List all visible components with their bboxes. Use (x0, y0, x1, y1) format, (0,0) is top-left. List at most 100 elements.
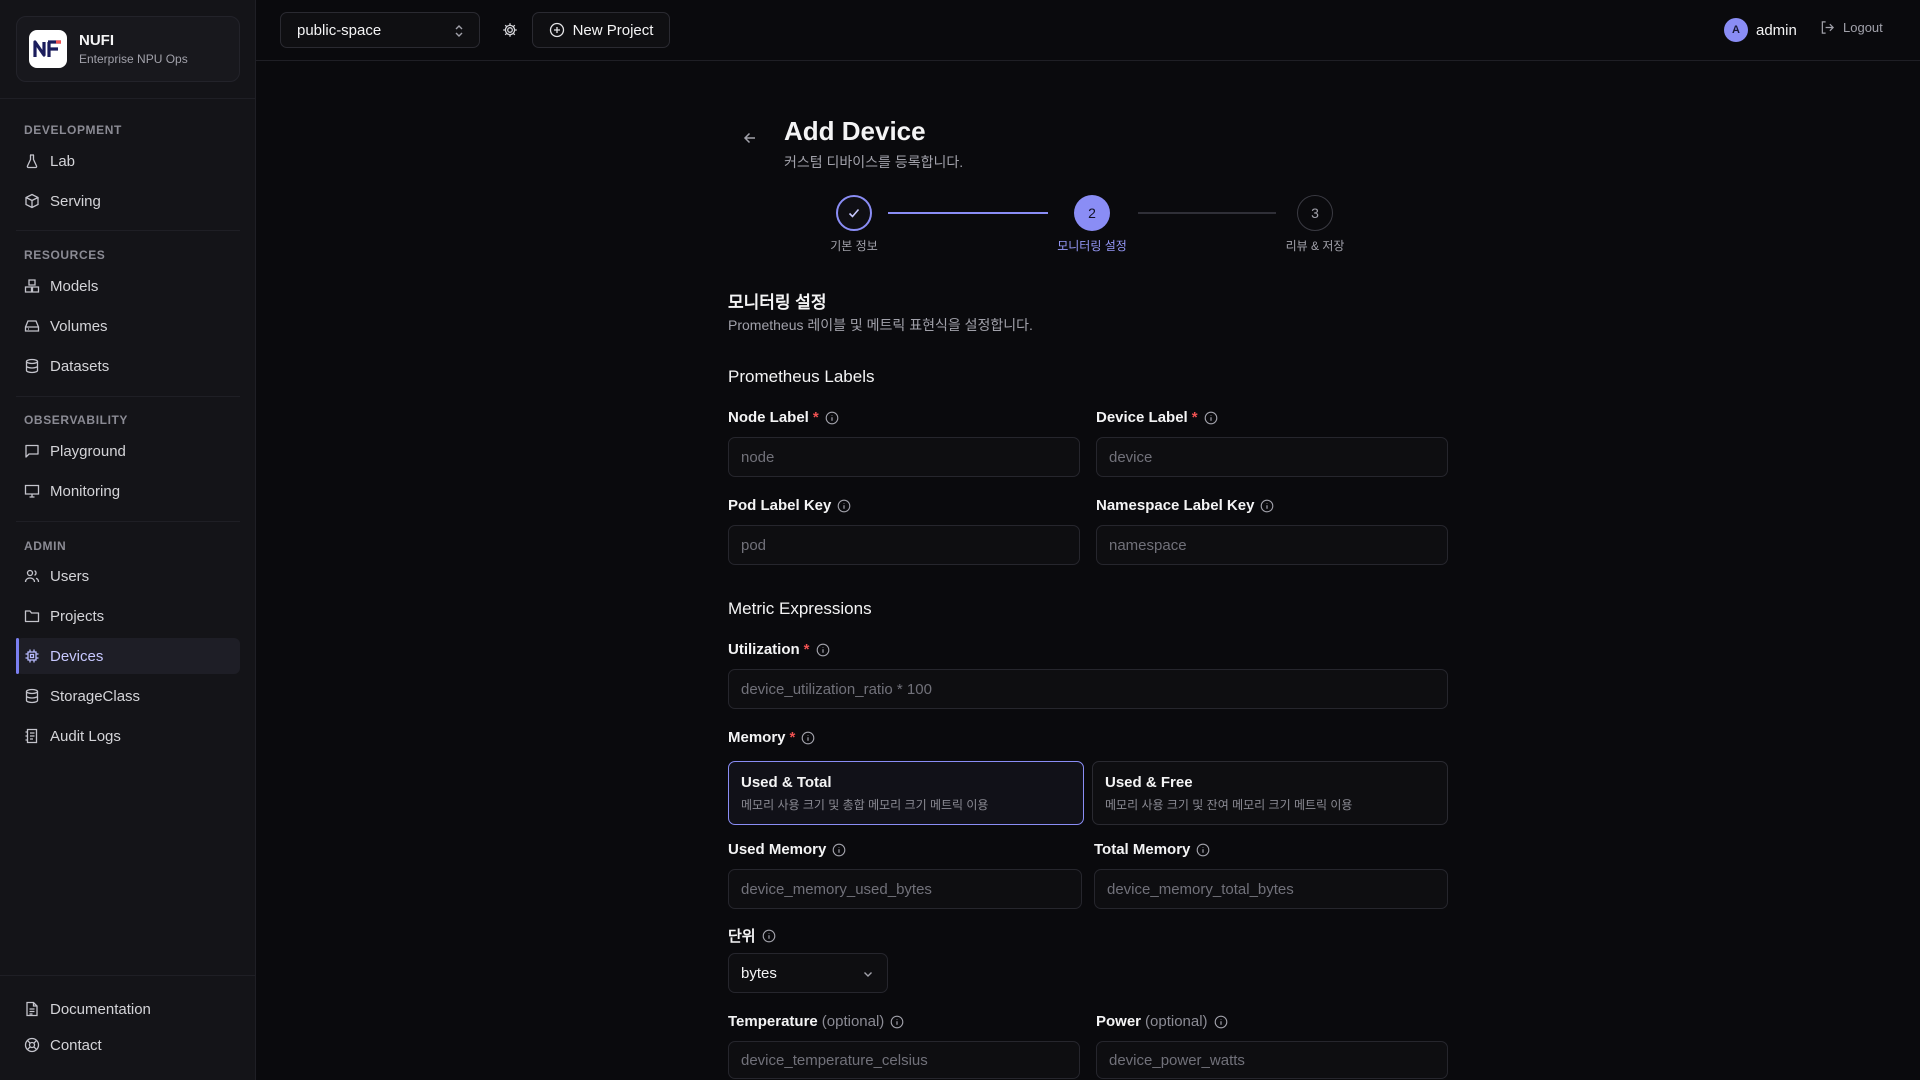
node-label-input[interactable] (728, 437, 1080, 477)
field-label-text: Pod Label Key (728, 497, 832, 514)
user-menu[interactable]: A admin (1724, 18, 1797, 42)
sidebar-item-monitoring[interactable]: Monitoring (16, 473, 240, 509)
field-label-text: Memory (728, 729, 786, 746)
flask-icon (26, 154, 38, 169)
sidebar-item-lab[interactable]: Lab (16, 143, 240, 179)
brand-card[interactable]: NUFI Enterprise NPU Ops (16, 16, 240, 82)
sidebar-item-models[interactable]: Models (16, 268, 240, 304)
sidebar-item-users[interactable]: Users (16, 558, 240, 594)
sidebar-item-volumes[interactable]: Volumes (16, 308, 240, 344)
total-memory-label: Total Memory (1094, 841, 1210, 858)
chip-icon (25, 649, 39, 663)
top-header: public-space New Project A admin Logout (256, 0, 1920, 61)
sidebar-item-audit-logs[interactable]: Audit Logs (16, 718, 240, 754)
page-title: Add Device (784, 116, 926, 146)
logout-button[interactable]: Logout (1820, 20, 1883, 35)
sidebar-item-label: Projects (50, 607, 105, 625)
boxes-icon (24, 279, 40, 293)
plus-circle-icon (549, 22, 564, 38)
power-input[interactable] (1096, 1041, 1448, 1079)
section-resources: RESOURCES (24, 248, 106, 262)
project-settings-button[interactable] (492, 12, 528, 48)
document-icon (26, 1001, 38, 1017)
info-icon[interactable] (890, 1015, 904, 1029)
namespace-label-key-label: Namespace Label Key (1096, 497, 1274, 514)
sidebar-item-label: Models (50, 277, 99, 295)
device-label-input[interactable] (1096, 437, 1448, 477)
sidebar-item-label: Documentation (50, 1000, 151, 1018)
info-icon[interactable] (801, 731, 815, 745)
sidebar-item-projects[interactable]: Projects (16, 598, 240, 634)
field-label-text: Power (1096, 1013, 1142, 1030)
project-selector[interactable]: public-space (280, 12, 480, 48)
power-label: Power (optional) (1096, 1013, 1228, 1030)
step-1-label: 기본 정보 (830, 239, 878, 253)
sidebar-item-label: Playground (50, 442, 126, 460)
sidebar-item-storageclass[interactable]: StorageClass (16, 678, 240, 714)
sidebar-item-serving[interactable]: Serving (16, 183, 240, 219)
info-icon[interactable] (825, 411, 839, 425)
section-admin: ADMIN (24, 539, 67, 553)
nufi-logo-icon (33, 40, 61, 57)
required-marker: * (812, 409, 819, 426)
sidebar-divider (16, 396, 240, 397)
sidebar-item-documentation[interactable]: Documentation (16, 991, 240, 1027)
hard-drive-icon (24, 320, 40, 332)
sidebar-divider (16, 521, 240, 522)
device-label-label: Device Label * (1096, 409, 1218, 426)
field-label-text: 단위 (728, 928, 756, 945)
used-memory-label: Used Memory (728, 841, 846, 858)
avatar: A (1724, 18, 1748, 42)
info-icon[interactable] (762, 929, 776, 943)
monitor-icon (24, 484, 40, 498)
sidebar-item-datasets[interactable]: Datasets (16, 348, 240, 384)
total-memory-input[interactable] (1094, 869, 1448, 909)
sidebar-item-label: Datasets (50, 357, 110, 375)
brand-logo (29, 30, 67, 68)
info-icon[interactable] (816, 643, 830, 657)
step-2-indicator: 2 (1074, 195, 1110, 231)
check-icon (848, 208, 860, 218)
new-project-button[interactable]: New Project (532, 12, 670, 48)
sidebar-divider (0, 975, 256, 976)
pod-label-key-input[interactable] (728, 525, 1080, 565)
unit-select-value: bytes (741, 964, 777, 982)
sidebar-item-label: StorageClass (50, 687, 141, 705)
section-development: DEVELOPMENT (24, 123, 122, 137)
memory-option-description: 메모리 사용 크기 및 총합 메모리 크기 메트릭 이용 (741, 798, 989, 812)
info-icon[interactable] (837, 499, 851, 513)
sidebar-item-devices[interactable]: Devices (16, 638, 240, 674)
unit-select[interactable]: bytes (728, 953, 888, 993)
step-3-indicator: 3 (1297, 195, 1333, 231)
info-icon[interactable] (1196, 843, 1210, 857)
sidebar-item-contact[interactable]: Contact (16, 1027, 240, 1063)
logout-icon (1821, 21, 1834, 34)
sidebar-item-playground[interactable]: Playground (16, 433, 240, 469)
info-icon[interactable] (832, 843, 846, 857)
pod-label-key-label: Pod Label Key (728, 497, 851, 514)
namespace-label-key-input[interactable] (1096, 525, 1448, 565)
info-icon[interactable] (1204, 411, 1218, 425)
info-icon[interactable] (1214, 1015, 1228, 1029)
sidebar-divider (16, 230, 240, 231)
memory-option-used-free[interactable]: Used & Free 메모리 사용 크기 및 잔여 메모리 크기 메트릭 이용 (1092, 761, 1448, 825)
sidebar-item-label: Devices (50, 647, 104, 665)
section-description: Prometheus 레이블 및 메트릭 표현식을 설정합니다. (728, 317, 1033, 333)
utilization-input[interactable] (728, 669, 1448, 709)
used-memory-input[interactable] (728, 869, 1082, 909)
sidebar-item-label: Volumes (50, 317, 108, 335)
sidebar-item-label: Contact (50, 1036, 102, 1054)
back-button[interactable] (740, 128, 760, 148)
node-label-label: Node Label * (728, 409, 839, 426)
temperature-input[interactable] (728, 1041, 1080, 1079)
chevron-down-icon (864, 972, 872, 977)
info-icon[interactable] (1260, 499, 1274, 513)
field-label-text: Temperature (728, 1013, 818, 1030)
step-3-label: 리뷰 & 저장 (1285, 239, 1345, 253)
sidebar-item-label: Users (50, 567, 90, 585)
database-icon (25, 358, 39, 374)
sidebar: NUFI Enterprise NPU Ops DEVELOPMENT Lab … (0, 0, 256, 1080)
unit-label: 단위 (728, 925, 776, 946)
arrow-left-icon (743, 132, 755, 144)
memory-option-used-total[interactable]: Used & Total 메모리 사용 크기 및 총합 메모리 크기 메트릭 이… (728, 761, 1084, 825)
